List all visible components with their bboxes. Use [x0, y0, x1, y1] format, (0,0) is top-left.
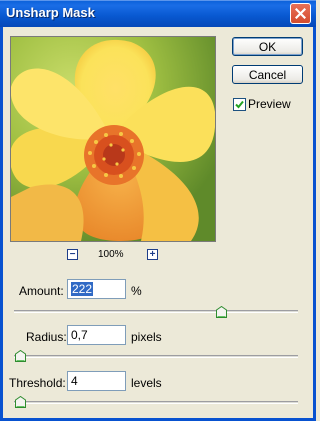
amount-label: Amount: [19, 284, 64, 298]
radius-label: Radius: [26, 330, 67, 344]
preview-label: Preview [248, 97, 291, 111]
title-bar[interactable]: Unsharp Mask [0, 0, 316, 27]
preview-checkbox[interactable] [233, 97, 246, 111]
amount-slider-thumb[interactable] [215, 306, 227, 318]
radius-unit: pixels [131, 330, 162, 344]
zoom-out-button[interactable]: − [67, 249, 78, 260]
radius-value: 0,7 [71, 328, 88, 342]
close-button[interactable] [290, 3, 311, 24]
zoom-in-button[interactable]: + [147, 249, 158, 260]
close-icon [295, 8, 306, 19]
window-title: Unsharp Mask [6, 5, 95, 20]
checkmark-icon [235, 100, 244, 108]
threshold-label: Threshold: [9, 376, 66, 390]
plus-icon: + [149, 249, 156, 260]
radius-slider-track[interactable] [14, 355, 298, 358]
minus-icon: − [69, 249, 76, 260]
radius-input[interactable]: 0,7 [67, 325, 126, 345]
amount-slider-track[interactable] [14, 310, 298, 313]
zoom-level: 100% [98, 249, 124, 260]
threshold-unit: levels [131, 376, 162, 390]
ok-button[interactable]: OK [232, 37, 303, 56]
threshold-input[interactable]: 4 [67, 371, 126, 391]
preview-option[interactable]: Preview [233, 97, 291, 111]
amount-unit: % [131, 284, 142, 298]
threshold-slider-thumb[interactable] [15, 396, 26, 408]
radius-slider-thumb[interactable] [15, 350, 26, 362]
amount-value: 222 [71, 282, 94, 296]
amount-input[interactable]: 222 [67, 279, 126, 299]
preview-image[interactable] [10, 36, 216, 242]
flower-image [11, 37, 215, 241]
cancel-button[interactable]: Cancel [232, 65, 303, 84]
threshold-value: 4 [71, 374, 78, 388]
threshold-slider-track[interactable] [14, 401, 298, 404]
